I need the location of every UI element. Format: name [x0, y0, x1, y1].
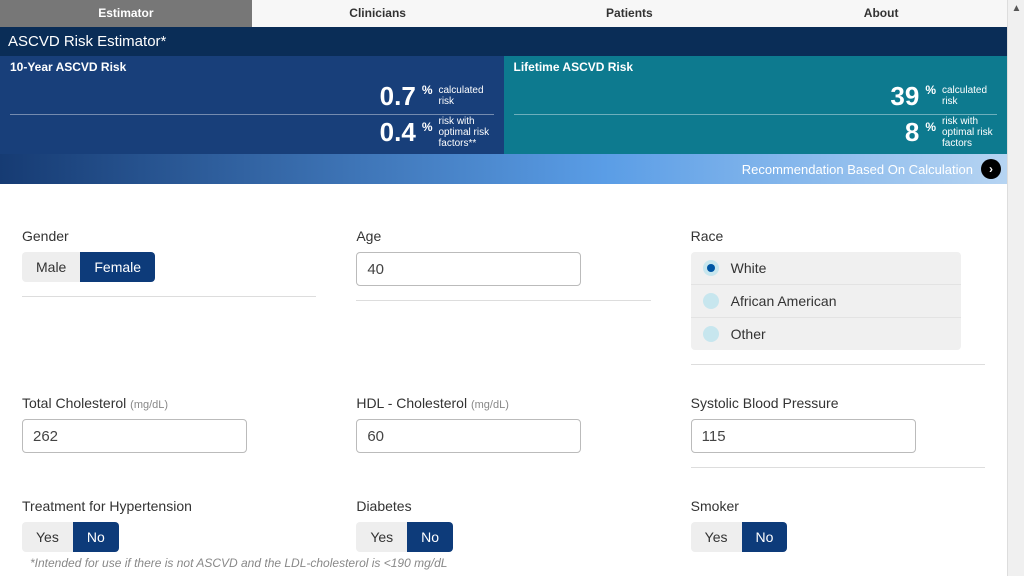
- tab-clinicians[interactable]: Clinicians: [252, 0, 504, 27]
- ten-year-risk-panel: 10-Year ASCVD Risk 0.7 % calculated risk…: [0, 56, 504, 154]
- race-white-option[interactable]: White: [691, 252, 961, 285]
- ten-year-opt-value: 0.4: [380, 117, 416, 148]
- lifetime-opt-value: 8: [905, 117, 919, 148]
- lifetime-calc-label: calculated risk: [942, 85, 997, 107]
- chevron-right-icon: ›: [981, 159, 1001, 179]
- htn-yes-button[interactable]: Yes: [22, 522, 73, 552]
- gender-label: Gender: [22, 228, 316, 244]
- race-aa-label: African American: [731, 293, 837, 309]
- percent-sign: %: [422, 83, 433, 97]
- radio-icon: [703, 326, 719, 342]
- smoker-label: Smoker: [691, 498, 985, 514]
- lifetime-opt-label: risk with optimal risk factors: [942, 116, 997, 149]
- ten-year-opt-label: risk with optimal risk factors**: [439, 116, 494, 149]
- top-nav-tabs: Estimator Clinicians Patients About: [0, 0, 1007, 27]
- smoker-segmented: Yes No: [691, 522, 985, 552]
- tab-about[interactable]: About: [755, 0, 1007, 27]
- radio-icon: [703, 293, 719, 309]
- race-white-label: White: [731, 260, 767, 276]
- percent-sign: %: [925, 120, 936, 134]
- radio-icon: [703, 260, 719, 276]
- diabetes-yes-button[interactable]: Yes: [356, 522, 407, 552]
- age-input[interactable]: [356, 252, 581, 286]
- sbp-label: Systolic Blood Pressure: [691, 395, 985, 411]
- vertical-scrollbar[interactable]: ▲: [1007, 0, 1024, 576]
- htn-segmented: Yes No: [22, 522, 316, 552]
- race-other-label: Other: [731, 326, 766, 342]
- footnote-text: *Intended for use if there is not ASCVD …: [30, 556, 447, 570]
- percent-sign: %: [422, 120, 433, 134]
- diabetes-segmented: Yes No: [356, 522, 650, 552]
- lifetime-risk-panel: Lifetime ASCVD Risk 39 % calculated risk…: [504, 56, 1008, 154]
- htn-no-button[interactable]: No: [73, 522, 119, 552]
- race-aa-option[interactable]: African American: [691, 285, 961, 318]
- total-cholesterol-input[interactable]: [22, 419, 247, 453]
- ten-year-heading: 10-Year ASCVD Risk: [10, 60, 494, 74]
- page-title: ASCVD Risk Estimator*: [0, 27, 1007, 56]
- lifetime-calc-value: 39: [890, 81, 919, 112]
- htn-label: Treatment for Hypertension: [22, 498, 316, 514]
- age-label: Age: [356, 228, 650, 244]
- risk-panels: 10-Year ASCVD Risk 0.7 % calculated risk…: [0, 56, 1007, 154]
- race-label: Race: [691, 228, 985, 244]
- scroll-up-icon[interactable]: ▲: [1008, 0, 1024, 17]
- race-radio-list: White African American Other: [691, 252, 961, 350]
- ten-year-calc-label: calculated risk: [439, 85, 494, 107]
- tab-patients[interactable]: Patients: [504, 0, 756, 27]
- recommendation-bar[interactable]: Recommendation Based On Calculation ›: [0, 154, 1007, 184]
- gender-segmented: Male Female: [22, 252, 316, 282]
- hdl-input[interactable]: [356, 419, 581, 453]
- total-cholesterol-label: Total Cholesterol (mg/dL): [22, 395, 316, 411]
- ten-year-calc-value: 0.7: [380, 81, 416, 112]
- recommendation-text: Recommendation Based On Calculation: [742, 162, 973, 177]
- lifetime-heading: Lifetime ASCVD Risk: [514, 60, 998, 74]
- form-area: Gender Male Female Age Race White Africa…: [0, 184, 1007, 562]
- sbp-input[interactable]: [691, 419, 916, 453]
- gender-male-button[interactable]: Male: [22, 252, 80, 282]
- percent-sign: %: [925, 83, 936, 97]
- diabetes-no-button[interactable]: No: [407, 522, 453, 552]
- gender-female-button[interactable]: Female: [80, 252, 155, 282]
- smoker-yes-button[interactable]: Yes: [691, 522, 742, 552]
- tab-estimator[interactable]: Estimator: [0, 0, 252, 27]
- hdl-label: HDL - Cholesterol (mg/dL): [356, 395, 650, 411]
- smoker-no-button[interactable]: No: [742, 522, 788, 552]
- race-other-option[interactable]: Other: [691, 318, 961, 350]
- diabetes-label: Diabetes: [356, 498, 650, 514]
